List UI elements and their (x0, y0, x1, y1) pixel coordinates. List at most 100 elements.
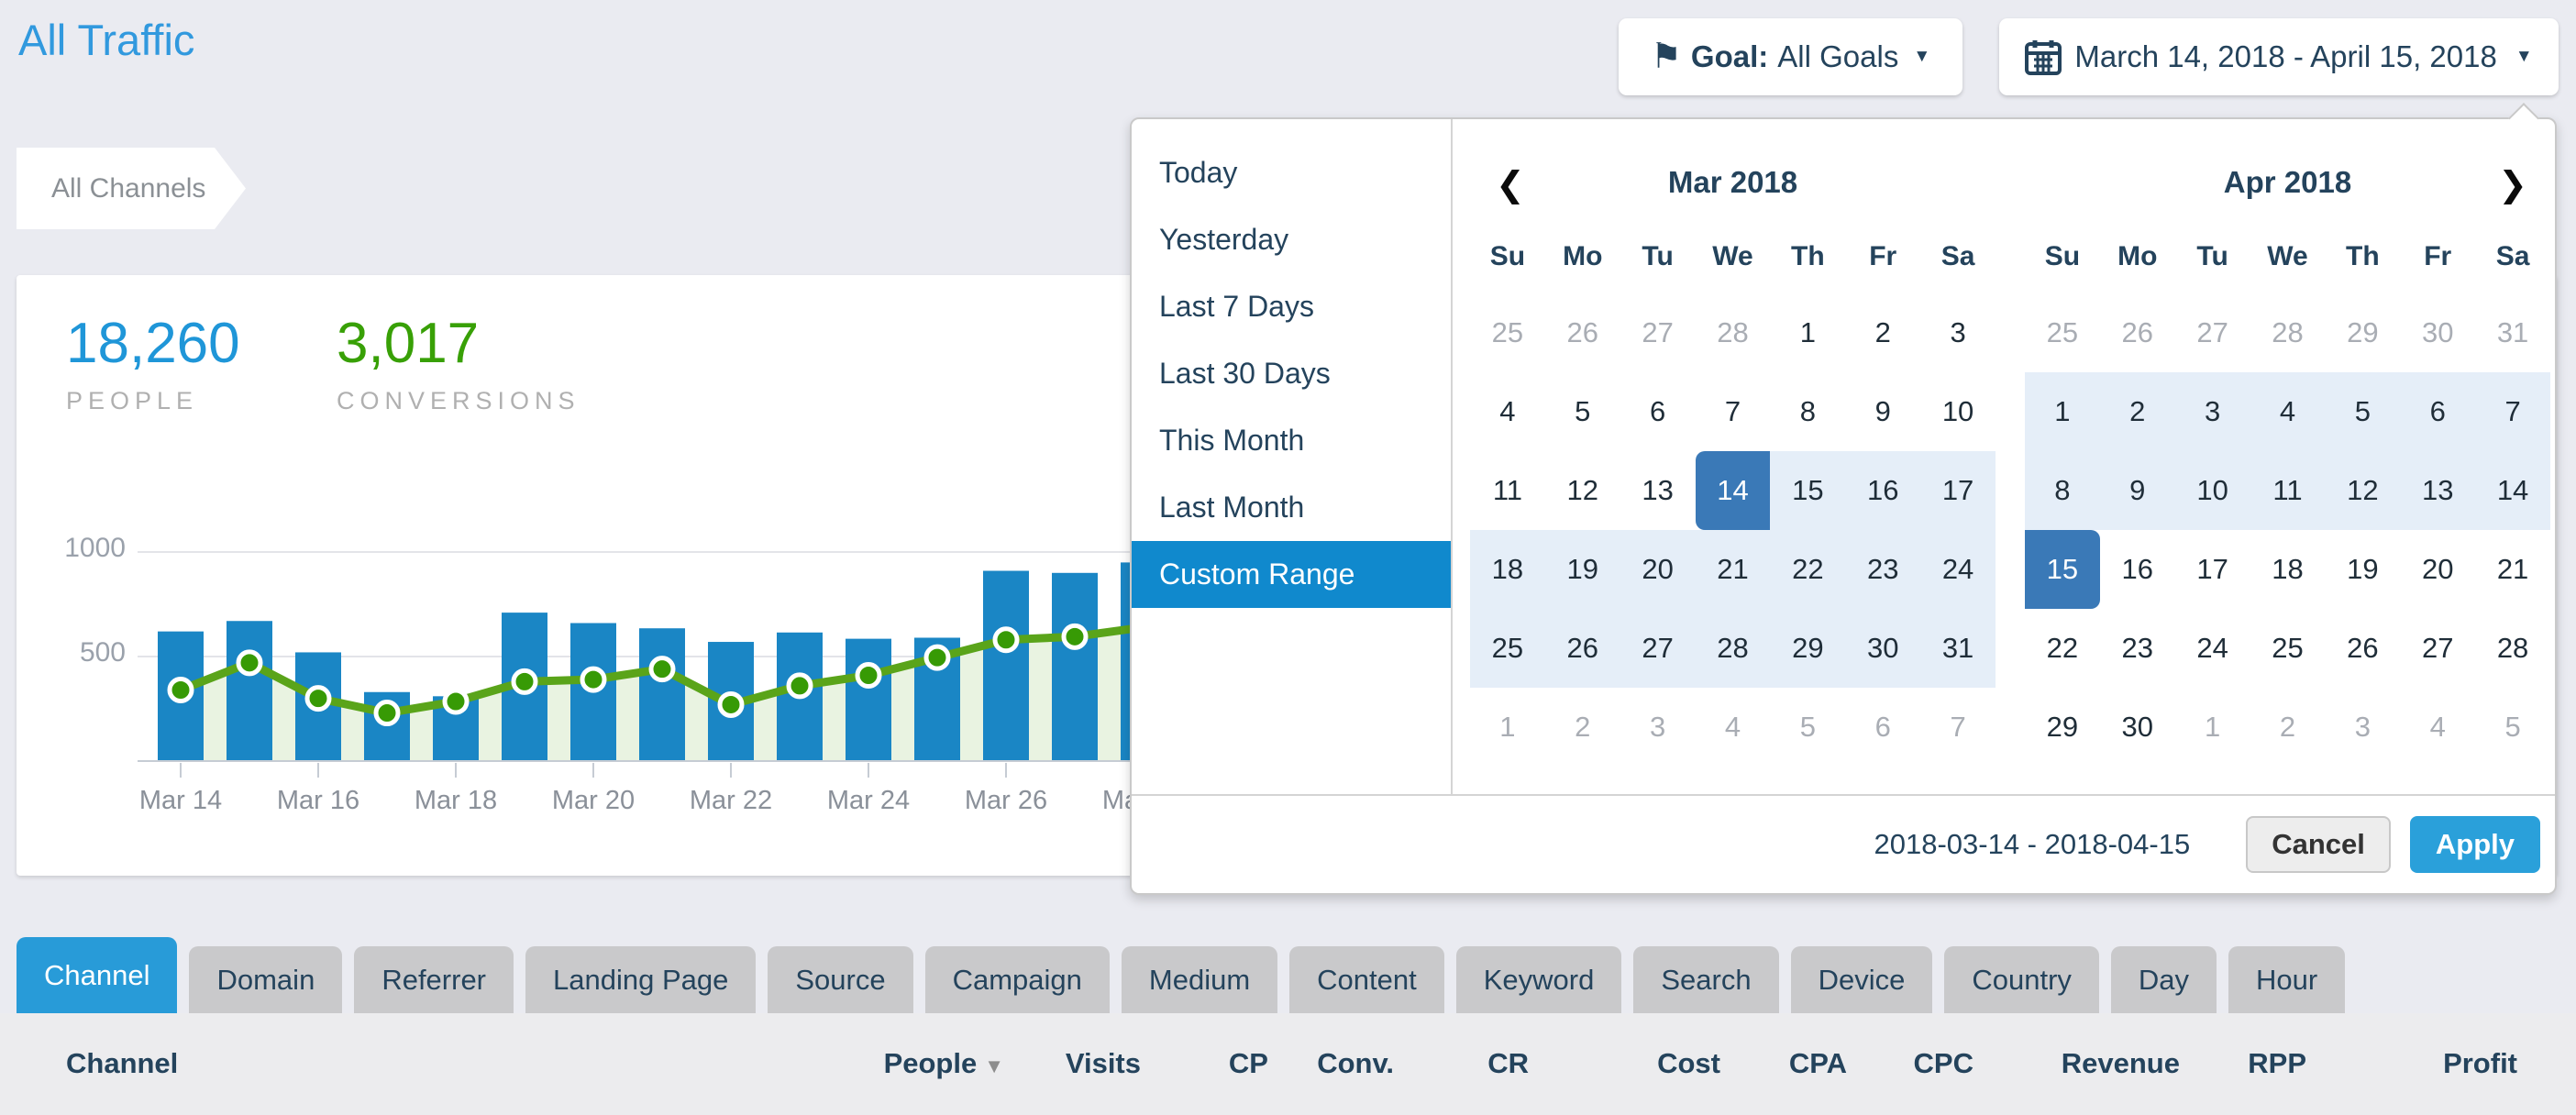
day-cell[interactable]: 1 (2175, 688, 2250, 767)
day-cell[interactable]: 10 (2175, 451, 2250, 530)
day-cell[interactable]: 28 (2475, 609, 2550, 688)
date-range-button[interactable]: March 14, 2018 - April 15, 2018 ▼ (1999, 18, 2559, 95)
day-cell[interactable]: 30 (2100, 688, 2175, 767)
day-cell[interactable]: 1 (1770, 293, 1845, 372)
tab-source[interactable]: Source (768, 946, 912, 1013)
day-cell[interactable]: 30 (1845, 609, 1920, 688)
day-cell[interactable]: 24 (2175, 609, 2250, 688)
day-cell[interactable]: 22 (1770, 530, 1845, 609)
tab-domain[interactable]: Domain (189, 946, 342, 1013)
day-cell[interactable]: 8 (1770, 372, 1845, 451)
day-cell[interactable]: 2 (1845, 293, 1920, 372)
day-cell[interactable]: 10 (1920, 372, 1996, 451)
day-cell[interactable]: 6 (2400, 372, 2475, 451)
day-cell[interactable]: 13 (1620, 451, 1696, 530)
day-cell[interactable]: 2 (2250, 688, 2326, 767)
day-cell[interactable]: 1 (2025, 372, 2100, 451)
day-cell[interactable]: 7 (2475, 372, 2550, 451)
day-cell[interactable]: 3 (2175, 372, 2250, 451)
day-cell[interactable]: 9 (2100, 451, 2175, 530)
day-cell[interactable]: 1 (1470, 688, 1545, 767)
day-cell[interactable]: 13 (2400, 451, 2475, 530)
day-cell[interactable]: 4 (1470, 372, 1545, 451)
day-cell[interactable]: 18 (1470, 530, 1545, 609)
day-cell[interactable]: 23 (2100, 609, 2175, 688)
day-cell[interactable]: 27 (1620, 293, 1696, 372)
day-cell[interactable]: 5 (1770, 688, 1845, 767)
day-cell[interactable]: 23 (1845, 530, 1920, 609)
day-cell[interactable]: 25 (2250, 609, 2326, 688)
day-cell[interactable]: 25 (1470, 293, 1545, 372)
day-cell[interactable]: 31 (2475, 293, 2550, 372)
prev-month-button[interactable]: ❮ (1496, 165, 1525, 205)
day-cell[interactable]: 15 (2025, 530, 2100, 609)
tab-country[interactable]: Country (1944, 946, 2099, 1013)
day-cell[interactable]: 4 (2250, 372, 2326, 451)
tab-referrer[interactable]: Referrer (354, 946, 514, 1013)
day-cell[interactable]: 6 (1620, 372, 1696, 451)
tab-medium[interactable]: Medium (1122, 946, 1277, 1013)
day-cell[interactable]: 15 (1770, 451, 1845, 530)
day-cell[interactable]: 21 (2475, 530, 2550, 609)
day-cell[interactable]: 26 (1545, 609, 1620, 688)
column-header-people[interactable]: People▼ (884, 1047, 1004, 1080)
preset-this-month[interactable]: This Month (1132, 407, 1451, 474)
day-cell[interactable]: 26 (1545, 293, 1620, 372)
day-cell[interactable]: 14 (2475, 451, 2550, 530)
day-cell[interactable]: 3 (1620, 688, 1696, 767)
day-cell[interactable]: 2 (2100, 372, 2175, 451)
day-cell[interactable]: 11 (2250, 451, 2326, 530)
day-cell[interactable]: 20 (2400, 530, 2475, 609)
day-cell[interactable]: 17 (2175, 530, 2250, 609)
column-header-profit[interactable]: Profit (2443, 1047, 2517, 1080)
tab-landing-page[interactable]: Landing Page (525, 946, 756, 1013)
day-cell[interactable]: 11 (1470, 451, 1545, 530)
day-cell[interactable]: 29 (2325, 293, 2400, 372)
day-cell[interactable]: 27 (2400, 609, 2475, 688)
day-cell[interactable]: 5 (1545, 372, 1620, 451)
tab-day[interactable]: Day (2111, 946, 2217, 1013)
column-header-conv[interactable]: Conv. (1317, 1047, 1394, 1080)
day-cell[interactable]: 12 (1545, 451, 1620, 530)
preset-last-7-days[interactable]: Last 7 Days (1132, 273, 1451, 340)
day-cell[interactable]: 29 (1770, 609, 1845, 688)
day-cell[interactable]: 5 (2325, 372, 2400, 451)
column-header-rpp[interactable]: RPP (2248, 1047, 2306, 1080)
preset-today[interactable]: Today (1132, 139, 1451, 206)
column-header-cr[interactable]: CR (1487, 1047, 1529, 1080)
day-cell[interactable]: 19 (1545, 530, 1620, 609)
day-cell[interactable]: 18 (2250, 530, 2326, 609)
preset-custom-range[interactable]: Custom Range (1132, 541, 1451, 608)
day-cell[interactable]: 21 (1696, 530, 1771, 609)
day-cell[interactable]: 28 (2250, 293, 2326, 372)
tab-hour[interactable]: Hour (2228, 946, 2345, 1013)
day-cell[interactable]: 19 (2325, 530, 2400, 609)
day-cell[interactable]: 16 (2100, 530, 2175, 609)
day-cell[interactable]: 3 (2325, 688, 2400, 767)
day-cell[interactable]: 28 (1696, 293, 1771, 372)
day-cell[interactable]: 27 (1620, 609, 1696, 688)
day-cell[interactable]: 28 (1696, 609, 1771, 688)
day-cell[interactable]: 29 (2025, 688, 2100, 767)
column-header-visits[interactable]: Visits (1066, 1047, 1141, 1080)
day-cell[interactable]: 7 (1920, 688, 1996, 767)
day-cell[interactable]: 26 (2325, 609, 2400, 688)
day-cell[interactable]: 17 (1920, 451, 1996, 530)
day-cell[interactable]: 31 (1920, 609, 1996, 688)
day-cell[interactable]: 30 (2400, 293, 2475, 372)
day-cell[interactable]: 4 (2400, 688, 2475, 767)
day-cell[interactable]: 3 (1920, 293, 1996, 372)
tab-keyword[interactable]: Keyword (1456, 946, 1622, 1013)
cancel-button[interactable]: Cancel (2246, 816, 2391, 873)
day-cell[interactable]: 6 (1845, 688, 1920, 767)
preset-yesterday[interactable]: Yesterday (1132, 206, 1451, 273)
day-cell[interactable]: 8 (2025, 451, 2100, 530)
day-cell[interactable]: 16 (1845, 451, 1920, 530)
column-header-cpa[interactable]: CPA (1789, 1047, 1847, 1080)
breadcrumb-all-channels[interactable]: All Channels (17, 148, 246, 229)
day-cell[interactable]: 25 (2025, 293, 2100, 372)
column-header-channel[interactable]: Channel (66, 1047, 178, 1080)
day-cell[interactable]: 20 (1620, 530, 1696, 609)
tab-channel[interactable]: Channel (17, 937, 177, 1013)
column-header-revenue[interactable]: Revenue (2062, 1047, 2180, 1080)
